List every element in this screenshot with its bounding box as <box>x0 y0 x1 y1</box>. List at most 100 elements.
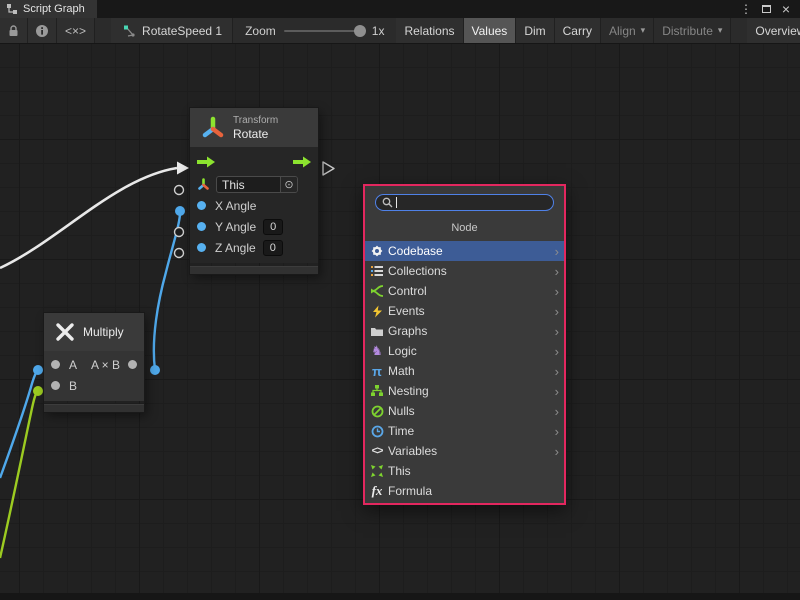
finder-item-label: This <box>388 464 411 478</box>
values-button[interactable]: Values <box>464 18 517 43</box>
graph-reference[interactable]: RotateSpeed 1 <box>111 18 233 43</box>
object-picker-icon[interactable]: ⊙ <box>280 177 297 192</box>
finder-item-math[interactable]: π Math › <box>365 361 564 381</box>
finder-item-events[interactable]: Events › <box>365 301 564 321</box>
clock-icon <box>369 424 385 439</box>
tab-script-graph[interactable]: Script Graph <box>0 0 97 18</box>
xangle-label: X Angle <box>215 199 256 213</box>
chevron-right-icon: › <box>555 365 559 378</box>
chevron-right-icon: › <box>555 245 559 258</box>
maximize-icon[interactable] <box>758 1 774 17</box>
rotate-node-header[interactable]: Transform Rotate <box>190 108 318 147</box>
finder-item-formula[interactable]: fx Formula <box>365 481 564 501</box>
multiply-node-header[interactable]: Multiply <box>44 313 144 351</box>
wire-endpoint-dot <box>150 365 160 375</box>
finder-item-variables[interactable]: <> Variables › <box>365 441 564 461</box>
overview-button[interactable]: Overview <box>747 18 800 43</box>
wire-multiply-to-xangle[interactable] <box>154 214 180 370</box>
result-output-port[interactable] <box>128 360 137 369</box>
fx-icon: fx <box>369 484 385 499</box>
search-input[interactable] <box>375 194 554 211</box>
zoom-slider-handle[interactable] <box>354 25 366 37</box>
dim-button[interactable]: Dim <box>516 18 554 43</box>
xangle-port-row: X Angle <box>190 195 318 216</box>
finder-item-label: Nulls <box>388 404 415 418</box>
zangle-value-field[interactable]: 0 <box>263 240 283 256</box>
branch-icon <box>369 284 385 299</box>
multiply-title: Multiply <box>83 325 124 339</box>
flow-out-triangle[interactable] <box>323 162 334 175</box>
rotate-node-body: This ⊙ X Angle Y Angle 0 Z Angle 0 <box>190 147 318 263</box>
flow-ports-row <box>190 150 318 174</box>
relations-button[interactable]: Relations <box>396 18 463 43</box>
finder-item-label: Variables <box>388 444 437 458</box>
finder-item-nulls[interactable]: Nulls › <box>365 401 564 421</box>
distribute-dropdown[interactable]: Distribute ▾ <box>654 18 731 43</box>
this-object-field[interactable]: This ⊙ <box>216 176 298 193</box>
info-button[interactable] <box>28 18 57 43</box>
wire-into-a[interactable] <box>0 370 38 478</box>
script-graph-window: Script Graph ⋮ × <×> <box>0 0 800 600</box>
finder-item-control[interactable]: Control › <box>365 281 564 301</box>
finder-item-label: Collections <box>388 264 447 278</box>
xangle-port[interactable] <box>197 201 206 210</box>
zoom-slider[interactable] <box>284 30 364 32</box>
graph-canvas[interactable]: Transform Rotate <box>0 44 800 593</box>
wire-endpoint-dot <box>175 206 185 216</box>
flow-out-arrow-icon[interactable] <box>292 155 312 169</box>
info-icon <box>35 24 49 38</box>
multiply-node-footer <box>44 404 144 412</box>
carry-button[interactable]: Carry <box>555 18 601 43</box>
toolbar-gap <box>95 18 111 43</box>
finder-item-this[interactable]: This <box>365 461 564 481</box>
align-dropdown[interactable]: Align ▾ <box>601 18 654 43</box>
unconnected-port-zangle[interactable] <box>175 249 184 258</box>
zangle-port[interactable] <box>197 243 206 252</box>
finder-item-label: Graphs <box>388 324 427 338</box>
yangle-value-field[interactable]: 0 <box>263 219 283 235</box>
a-port-row: A A × B <box>44 354 144 375</box>
null-icon <box>369 404 385 419</box>
distribute-label: Distribute <box>662 24 713 38</box>
flow-wire-arrowhead <box>177 162 189 175</box>
rotate-node-footer <box>190 266 318 274</box>
finder-item-label: Formula <box>388 484 432 498</box>
list-icon <box>369 264 385 279</box>
finder-item-nesting[interactable]: Nesting › <box>365 381 564 401</box>
finder-item-codebase[interactable]: Codebase › <box>365 241 564 261</box>
kebab-menu-icon[interactable]: ⋮ <box>738 1 754 17</box>
flow-in-arrow-icon[interactable] <box>196 155 216 169</box>
tab-strip: Script Graph ⋮ × <box>0 0 800 18</box>
finder-item-time[interactable]: Time › <box>365 421 564 441</box>
window-controls: ⋮ × <box>738 0 800 18</box>
finder-item-label: Codebase <box>388 244 443 258</box>
unconnected-port-yangle[interactable] <box>175 228 184 237</box>
b-port-row: B <box>44 375 144 396</box>
brackets-icon: <> <box>369 444 385 459</box>
chevron-right-icon: › <box>555 285 559 298</box>
a-input-port[interactable] <box>51 360 60 369</box>
multiply-node[interactable]: Multiply A A × B B <box>44 313 144 412</box>
yangle-port[interactable] <box>197 222 206 231</box>
chevron-right-icon: › <box>555 425 559 438</box>
unconnected-port-this[interactable] <box>175 186 184 195</box>
flow-wire[interactable] <box>0 168 177 268</box>
search-icon <box>382 197 393 208</box>
rotate-node[interactable]: Transform Rotate <box>190 108 318 274</box>
script-graph-icon <box>6 3 18 15</box>
b-input-port[interactable] <box>51 381 60 390</box>
distribute-arrow-icon: ▾ <box>718 25 723 36</box>
close-icon[interactable]: × <box>778 1 794 17</box>
wire-into-b[interactable] <box>0 391 38 558</box>
finder-item-collections[interactable]: Collections › <box>365 261 564 281</box>
graph-icon <box>369 384 385 399</box>
lock-button[interactable] <box>0 18 28 43</box>
chevron-right-icon: › <box>555 265 559 278</box>
transform-icon <box>200 115 226 141</box>
code-view-button[interactable]: <×> <box>57 18 95 43</box>
finder-item-logic[interactable]: ♞ Logic › <box>365 341 564 361</box>
output-label: A × B <box>91 358 120 372</box>
multiply-icon <box>54 321 76 343</box>
yangle-label: Y Angle <box>215 220 256 234</box>
finder-item-graphs[interactable]: Graphs › <box>365 321 564 341</box>
